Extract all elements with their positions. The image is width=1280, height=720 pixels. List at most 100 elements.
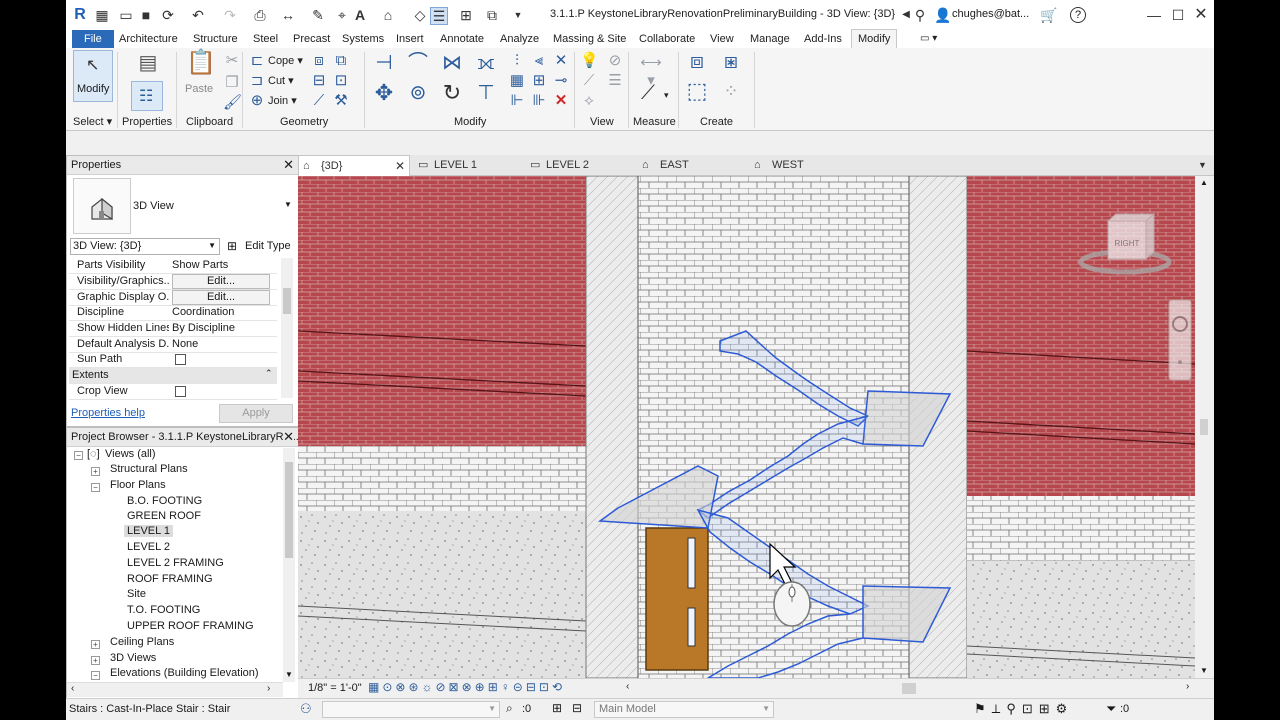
- split-icon[interactable]: ⫶: [508, 52, 526, 70]
- 3d-viewport[interactable]: RIGHT: [298, 176, 1195, 678]
- tree-floor-plans[interactable]: Floor Plans: [110, 479, 166, 491]
- selection-toggle-icons[interactable]: ⚑⟂⚲⊡⊞⚙: [974, 701, 1073, 717]
- help-icon[interactable]: ?: [1070, 7, 1086, 23]
- binoculars-icon[interactable]: ⚲: [912, 7, 928, 23]
- user-icon[interactable]: 👤: [934, 7, 951, 23]
- split-face-icon[interactable]: ⧉: [332, 52, 350, 70]
- open-icon[interactable]: ▭: [118, 7, 134, 23]
- linework-icon[interactable]: ⟋: [580, 72, 598, 90]
- trim-single-icon[interactable]: ⊪: [530, 92, 548, 110]
- tab-list-icon[interactable]: ▼: [1198, 155, 1207, 175]
- user-name[interactable]: chughes@bat...: [952, 8, 1029, 20]
- delete-icon[interactable]: ✕: [552, 92, 570, 110]
- tab-insert[interactable]: Insert: [390, 30, 430, 48]
- wall-joins-icon[interactable]: ⧈: [310, 52, 328, 70]
- viewport-v-scrollbar[interactable]: ▲ ▼: [1195, 176, 1214, 678]
- close-browser-icon[interactable]: ✕: [283, 428, 294, 446]
- cart-icon[interactable]: 🛒: [1040, 7, 1057, 23]
- dimension-dropdown-icon[interactable]: ▾: [664, 90, 669, 101]
- tab-file[interactable]: File: [72, 30, 114, 48]
- type-properties-icon[interactable]: ▤: [136, 53, 160, 78]
- collapse-toggle[interactable]: −: [91, 483, 100, 492]
- close-tab-icon[interactable]: ✕: [395, 156, 405, 176]
- instance-selector[interactable]: 3D View: {3D} ▼: [70, 238, 220, 255]
- trim-multi-icon[interactable]: ⊩: [508, 92, 526, 110]
- save-icon[interactable]: ■: [138, 7, 154, 23]
- demolish-icon[interactable]: ⊟: [310, 72, 328, 90]
- sync-icon[interactable]: ⟳: [160, 7, 176, 23]
- tree-item-level-2[interactable]: LEVEL 2: [127, 541, 170, 553]
- tab-massing-site[interactable]: Massing & Site: [547, 30, 632, 48]
- tree-item-upper-roof-framing[interactable]: UPPER ROOF FRAMING: [127, 620, 254, 632]
- edit-profile-icon[interactable]: ⟋: [310, 92, 328, 110]
- cut-clip-icon[interactable]: ✂: [223, 52, 241, 70]
- paint-icon[interactable]: ⊡: [332, 72, 350, 90]
- text-icon[interactable]: A: [352, 7, 368, 23]
- tree-ceiling-plans[interactable]: Ceiling Plans: [110, 636, 174, 648]
- home-icon[interactable]: ▦: [94, 7, 110, 23]
- close-properties-icon[interactable]: ✕: [283, 156, 294, 174]
- tree-item-roof-framing[interactable]: ROOF FRAMING: [127, 573, 213, 585]
- aligned-dimension-icon[interactable]: ⟋: [636, 83, 660, 108]
- view-scale[interactable]: 1/8" = 1'-0": [308, 682, 362, 694]
- filter-icon[interactable]: ⏷: [1106, 701, 1116, 717]
- scroll-right-icon[interactable]: ›: [1186, 681, 1189, 692]
- mirror-axis-icon[interactable]: ⋈: [440, 53, 464, 78]
- edit-button[interactable]: Edit...: [172, 290, 270, 305]
- paste-icon[interactable]: 📋: [186, 51, 216, 82]
- tab-precast[interactable]: Precast: [287, 30, 336, 48]
- active-workset-dropdown[interactable]: ▼: [322, 701, 500, 718]
- unpin-icon[interactable]: ✕: [552, 52, 570, 70]
- split-gap-icon[interactable]: ⫷: [530, 52, 548, 70]
- section-icon[interactable]: ◇: [412, 7, 428, 23]
- offset-icon[interactable]: ⌒: [406, 53, 430, 78]
- join-button[interactable]: Join ▾: [268, 94, 297, 107]
- minimize-icon[interactable]: —: [1146, 7, 1162, 23]
- tree-views-all[interactable]: Views (all): [105, 448, 156, 460]
- expand-toggle[interactable]: +: [91, 467, 100, 476]
- expand-toggle[interactable]: +: [91, 640, 100, 649]
- tree-item-green-roof[interactable]: GREEN ROOF: [127, 510, 201, 522]
- move-icon[interactable]: ✥: [372, 82, 396, 108]
- edit-type-button[interactable]: Edit Type: [245, 240, 291, 252]
- default-3d-icon[interactable]: ⌂: [380, 7, 396, 23]
- undo-icon[interactable]: ↶: [190, 7, 206, 23]
- tab-architecture[interactable]: Architecture: [113, 30, 184, 48]
- design-options-icon[interactable]: ⊞: [552, 701, 562, 715]
- view-tab-east[interactable]: ⌂ EAST: [638, 155, 746, 175]
- create-assembly-icon[interactable]: ⧈: [684, 50, 710, 78]
- customize-qa-icon[interactable]: ▼: [510, 7, 526, 23]
- join-icon[interactable]: ⊕: [248, 92, 266, 110]
- redo-icon[interactable]: ↷: [222, 7, 238, 23]
- edit-type-icon[interactable]: ⊞: [227, 239, 237, 253]
- tab-modify[interactable]: Modify: [851, 29, 898, 49]
- array-icon[interactable]: ▦: [508, 72, 526, 90]
- design-option-dropdown[interactable]: Main Model ▼: [594, 701, 774, 718]
- tree-item-to-footing[interactable]: T.O. FOOTING: [127, 604, 200, 616]
- tab-view[interactable]: View: [704, 30, 740, 48]
- tree-structural-plans[interactable]: Structural Plans: [110, 463, 188, 475]
- tab-analyze[interactable]: Analyze: [494, 30, 545, 48]
- mirror-draw-icon[interactable]: ⟗: [474, 53, 498, 78]
- cut-button[interactable]: Cut ▾: [268, 74, 294, 87]
- properties-help-link[interactable]: Properties help: [71, 407, 145, 419]
- modify-button[interactable]: ↖ Modify: [73, 50, 113, 102]
- cut-geometry-icon[interactable]: ⊐: [248, 72, 266, 90]
- expand-toggle[interactable]: +: [91, 656, 100, 665]
- cope-button[interactable]: Cope ▾: [268, 54, 303, 67]
- edit-button[interactable]: Edit...: [172, 274, 270, 289]
- editing-requests-icon[interactable]: ⌕: [506, 701, 513, 716]
- h-scroll-thumb[interactable]: [902, 683, 916, 694]
- ribbon-options-icon[interactable]: ▭ ▾: [914, 30, 943, 48]
- tree-item-level-1[interactable]: LEVEL 1: [124, 525, 174, 537]
- print-icon[interactable]: ⎙: [252, 7, 268, 23]
- tab-annotate[interactable]: Annotate: [434, 30, 490, 48]
- scroll-left-icon[interactable]: ‹: [626, 681, 629, 692]
- copy-icon[interactable]: ❐: [223, 74, 241, 92]
- scale-icon[interactable]: ⊞: [530, 72, 548, 90]
- panel-select-label[interactable]: Select ▾: [73, 115, 112, 128]
- tree-3d-views[interactable]: 3D Views: [110, 652, 156, 664]
- maximize-icon[interactable]: ☐: [1170, 7, 1186, 23]
- view-tab-level-2[interactable]: ▭ LEVEL 2: [526, 155, 634, 175]
- pin-icon[interactable]: ⊸: [552, 72, 570, 90]
